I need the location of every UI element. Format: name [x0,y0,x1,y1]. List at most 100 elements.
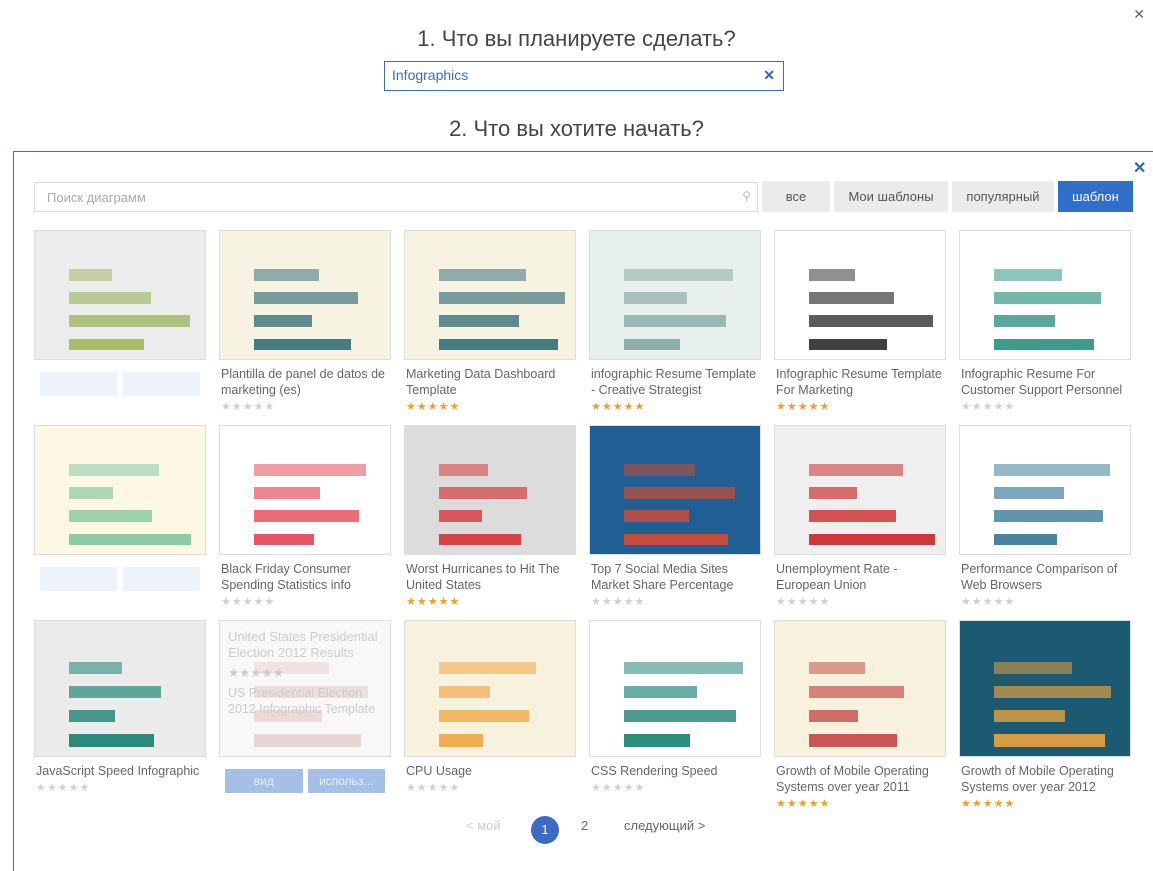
star-icon: ★ [797,798,809,810]
pager-next[interactable]: следующий > [624,818,705,833]
star-icon: ★ [808,798,820,810]
template-title[interactable]: Performance Comparison of Web Browsers [959,561,1131,593]
view-button[interactable]: вид [225,769,303,793]
thumbnail-graphic [69,734,154,747]
template-card[interactable]: JavaScript Speed Infographic ★★★★★ [34,620,206,794]
clear-icon[interactable]: ✕ [763,67,775,84]
template-title[interactable]: Growth of Mobile Operating Systems over … [959,763,1131,795]
search-icon[interactable]: ⚲ [742,189,751,203]
template-card[interactable]: Infographic Resume Template For Marketin… [774,230,946,413]
star-icon: ★ [971,401,983,413]
template-thumbnail[interactable] [404,620,576,757]
template-card[interactable]: Black Friday Consumer Spending Statistic… [219,425,391,608]
template-thumbnail[interactable] [34,425,206,555]
star-icon: ★ [242,596,254,608]
thumbnail-graphic [254,510,360,522]
star-icon: ★ [982,798,994,810]
template-thumbnail[interactable]: United States Presidential Election 2012… [219,620,391,757]
rating-stars: ★★★★★ [959,595,1131,608]
thumbnail-graphic [809,315,934,327]
hover-overlay: United States Presidential Election 2012… [220,621,390,756]
template-thumbnail[interactable] [589,620,761,757]
template-thumbnail[interactable] [959,425,1131,555]
template-thumbnail[interactable] [959,230,1131,360]
filter-template[interactable]: шаблон [1058,181,1133,212]
template-thumbnail[interactable] [219,230,391,360]
template-title[interactable]: Growth of Mobile Operating Systems over … [774,763,946,795]
template-title[interactable]: Top 7 Social Media Sites Market Share Pe… [589,561,761,593]
template-title[interactable]: Infographic Resume For Customer Support … [959,366,1131,398]
thumbnail-graphic [439,734,484,747]
pager-page-1[interactable]: 1 [531,816,559,844]
template-thumbnail[interactable] [774,425,946,555]
pager-page-2[interactable]: 2 [581,818,588,833]
template-thumbnail[interactable] [404,425,576,555]
rating-stars: ★★★★★ [219,400,391,413]
template-thumbnail[interactable] [34,620,206,757]
template-thumbnail[interactable] [219,425,391,555]
rating-stars: ★★★★★ [589,781,761,794]
star-icon: ★ [982,401,994,413]
star-icon: ★ [36,782,47,794]
template-thumbnail[interactable] [34,230,206,360]
template-card[interactable]: Marketing Data Dashboard Template ★★★★★ [404,230,576,413]
template-title[interactable]: Worst Hurricanes to Hit The United State… [404,561,576,593]
template-thumbnail[interactable] [959,620,1131,757]
template-card[interactable] [34,425,206,591]
star-icon: ★ [231,401,243,413]
star-icon: ★ [231,596,243,608]
view-button[interactable] [40,567,117,591]
star-icon: ★ [961,798,972,810]
star-icon: ★ [786,798,798,810]
template-card[interactable]: Growth of Mobile Operating Systems over … [959,620,1131,810]
template-card[interactable]: Unemployment Rate - European Union ★★★★★ [774,425,946,608]
template-card[interactable]: Plantilla de panel de datos de marketing… [219,230,391,413]
star-icon: ★ [776,596,787,608]
star-icon: ★ [438,401,450,413]
template-thumbnail[interactable] [774,620,946,757]
template-title[interactable]: JavaScript Speed Infographic [34,763,206,779]
template-card[interactable]: CPU Usage ★★★★★ [404,620,576,794]
view-button[interactable] [40,372,117,396]
use-button[interactable]: использ... [307,769,385,793]
hover-title: United States Presidential Election 2012… [228,629,378,660]
template-card[interactable]: Worst Hurricanes to Hit The United State… [404,425,576,608]
template-card[interactable] [34,230,206,396]
panel-close-icon[interactable]: ✕ [1133,158,1146,178]
template-title[interactable]: CSS Rendering Speed [589,763,761,779]
template-title[interactable]: infographic Resume Template - Creative S… [589,366,761,398]
thumbnail-graphic [439,710,530,723]
thumbnail-graphic [809,338,888,351]
star-icon: ★ [819,798,831,810]
template-title[interactable]: Unemployment Rate - European Union [774,561,946,593]
close-icon[interactable]: ✕ [1133,6,1145,23]
template-card[interactable]: United States Presidential Election 2012… [219,620,391,793]
template-card[interactable]: infographic Resume Template - Creative S… [589,230,761,413]
template-title[interactable]: Plantilla de panel de datos de marketing… [219,366,391,398]
template-title[interactable]: Infographic Resume Template For Marketin… [774,366,946,398]
template-title[interactable]: Black Friday Consumer Spending Statistic… [219,561,391,593]
template-card[interactable]: Infographic Resume For Customer Support … [959,230,1131,413]
pager-prev[interactable]: < мой [466,818,501,833]
purpose-input[interactable]: Infographics ✕ [384,61,784,91]
template-card[interactable]: Growth of Mobile Operating Systems over … [774,620,946,810]
use-button[interactable] [123,372,200,396]
template-card[interactable]: CSS Rendering Speed ★★★★★ [589,620,761,794]
star-icon: ★ [438,782,450,794]
filter-all[interactable]: все [762,181,830,212]
template-card[interactable]: Top 7 Social Media Sites Market Share Pe… [589,425,761,608]
filter-my-templates[interactable]: Мои шаблоны [834,181,948,212]
filter-popular[interactable]: популярный [952,181,1054,212]
use-button[interactable] [123,567,200,591]
search-input[interactable]: Поиск диаграмм ⚲ [34,182,758,212]
template-thumbnail[interactable] [589,230,761,360]
thumbnail-graphic [624,685,698,698]
thumbnail-graphic [624,269,733,281]
template-thumbnail[interactable] [774,230,946,360]
template-thumbnail[interactable] [404,230,576,360]
thumbnail-graphic [994,685,1112,698]
template-card[interactable]: Performance Comparison of Web Browsers ★★… [959,425,1131,608]
template-title[interactable]: Marketing Data Dashboard Template [404,366,576,398]
template-thumbnail[interactable] [589,425,761,555]
template-title[interactable]: CPU Usage [404,763,576,779]
